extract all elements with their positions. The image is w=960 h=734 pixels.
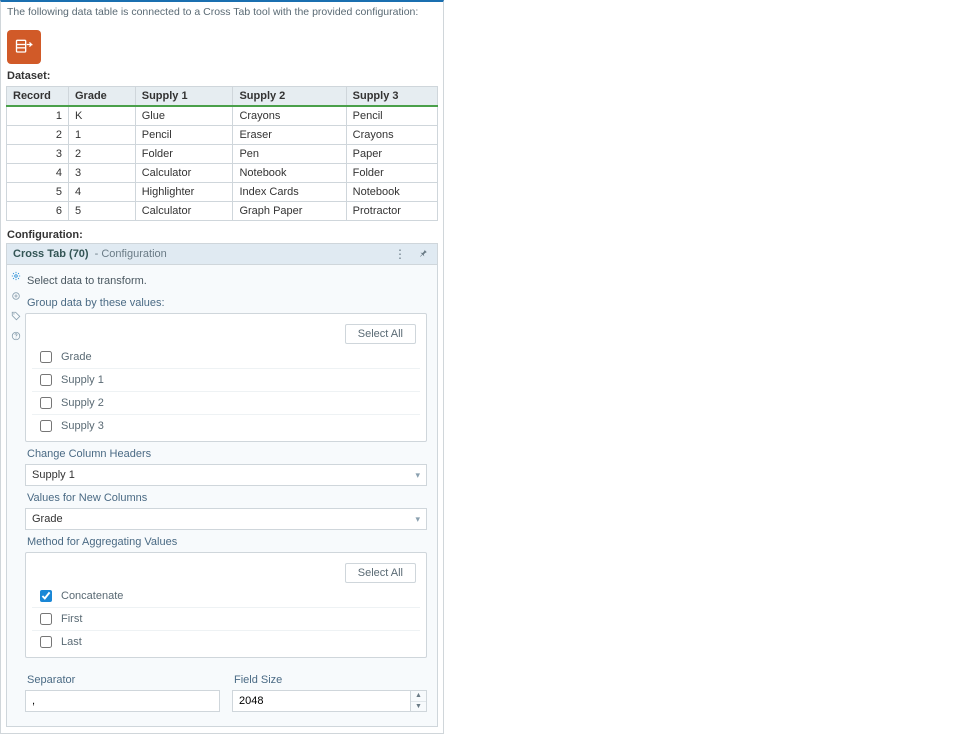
table-cell: 2 — [7, 126, 69, 145]
config-panel-title: Cross Tab (70) — [13, 248, 89, 260]
separator-input[interactable] — [25, 690, 220, 712]
table-cell: 4 — [7, 164, 69, 183]
checkbox[interactable] — [40, 420, 52, 432]
table-cell: 5 — [7, 183, 69, 202]
group-by-panel: Select All Grade Supply 1 Supply 2 Supply 3 — [25, 313, 427, 442]
plus-circle-icon[interactable] — [11, 291, 21, 301]
group-by-option[interactable]: Supply 1 — [32, 368, 420, 391]
checkbox-label: First — [61, 613, 82, 625]
table-cell: Folder — [135, 145, 233, 164]
dataset-table: Record Grade Supply 1 Supply 2 Supply 3 … — [6, 86, 438, 221]
tag-icon[interactable] — [11, 311, 21, 321]
config-tab-ribbon — [7, 265, 25, 726]
table-row: 43CalculatorNotebookFolder — [7, 164, 438, 183]
table-cell: Notebook — [233, 164, 346, 183]
aggregate-panel: Select All Concatenate First Last — [25, 552, 427, 658]
checkbox-label: Last — [61, 636, 82, 648]
separator-label: Separator — [27, 674, 220, 686]
table-row: 65CalculatorGraph PaperProtractor — [7, 202, 438, 221]
checkbox[interactable] — [40, 613, 52, 625]
values-new-columns-label: Values for New Columns — [27, 492, 427, 504]
dataset-label: Dataset: — [1, 68, 443, 84]
change-headers-value: Supply 1 — [32, 469, 75, 481]
gear-icon[interactable] — [11, 271, 21, 281]
intro-text: The following data table is connected to… — [1, 2, 443, 20]
table-row: 54HighlighterIndex CardsNotebook — [7, 183, 438, 202]
checkbox-label: Supply 3 — [61, 420, 104, 432]
cross-tab-tool-icon — [7, 30, 41, 64]
aggregate-option[interactable]: First — [32, 607, 420, 630]
table-cell: Glue — [135, 106, 233, 126]
table-cell: Protractor — [346, 202, 437, 221]
values-new-columns-select[interactable]: Grade ▾ — [25, 508, 427, 530]
table-cell: 4 — [69, 183, 136, 202]
col-header: Supply 3 — [346, 87, 437, 107]
step-up-icon[interactable]: ▲ — [411, 691, 426, 702]
col-header: Supply 1 — [135, 87, 233, 107]
table-cell: Index Cards — [233, 183, 346, 202]
table-cell: Pencil — [135, 126, 233, 145]
aggregate-option[interactable]: Last — [32, 630, 420, 653]
select-all-button[interactable]: Select All — [345, 563, 416, 583]
checkbox-label: Supply 2 — [61, 397, 104, 409]
aggregate-method-label: Method for Aggregating Values — [27, 536, 427, 548]
field-size-input[interactable] — [232, 690, 411, 712]
table-cell: Notebook — [346, 183, 437, 202]
values-new-columns-value: Grade — [32, 513, 63, 525]
table-cell: Pen — [233, 145, 346, 164]
kebab-menu-icon[interactable]: ⋮ — [391, 247, 409, 261]
table-cell: Graph Paper — [233, 202, 346, 221]
field-size-label: Field Size — [234, 674, 427, 686]
table-cell: 2 — [69, 145, 136, 164]
group-by-label: Group data by these values: — [27, 297, 427, 309]
step-down-icon[interactable]: ▼ — [411, 702, 426, 712]
pin-icon[interactable] — [415, 247, 431, 261]
checkbox-label: Grade — [61, 351, 92, 363]
table-cell: Crayons — [233, 106, 346, 126]
checkbox-label: Concatenate — [61, 590, 123, 602]
checkbox[interactable] — [40, 590, 52, 602]
table-cell: 6 — [7, 202, 69, 221]
group-by-option[interactable]: Grade — [32, 346, 420, 368]
group-by-option[interactable]: Supply 2 — [32, 391, 420, 414]
table-cell: 1 — [7, 106, 69, 126]
table-cell: Crayons — [346, 126, 437, 145]
checkbox-label: Supply 1 — [61, 374, 104, 386]
group-by-option[interactable]: Supply 3 — [32, 414, 420, 437]
table-row: 32FolderPenPaper — [7, 145, 438, 164]
table-cell: Eraser — [233, 126, 346, 145]
table-cell: 3 — [7, 145, 69, 164]
config-panel-subtitle: - Configuration — [95, 248, 167, 260]
change-headers-select[interactable]: Supply 1 ▾ — [25, 464, 427, 486]
table-cell: 5 — [69, 202, 136, 221]
table-cell: Pencil — [346, 106, 437, 126]
checkbox[interactable] — [40, 397, 52, 409]
col-header: Grade — [69, 87, 136, 107]
col-header: Supply 2 — [233, 87, 346, 107]
checkbox[interactable] — [40, 636, 52, 648]
chevron-down-icon: ▾ — [415, 470, 420, 481]
col-header: Record — [7, 87, 69, 107]
table-cell: 1 — [69, 126, 136, 145]
table-cell: Calculator — [135, 202, 233, 221]
select-all-button[interactable]: Select All — [345, 324, 416, 344]
help-icon[interactable] — [11, 331, 21, 341]
table-cell: Paper — [346, 145, 437, 164]
checkbox[interactable] — [40, 374, 52, 386]
instruction-text: Select data to transform. — [27, 275, 427, 287]
config-panel-header: Cross Tab (70) - Configuration ⋮ — [7, 244, 437, 265]
checkbox[interactable] — [40, 351, 52, 363]
change-headers-label: Change Column Headers — [27, 448, 427, 460]
table-cell: Folder — [346, 164, 437, 183]
configuration-label: Configuration: — [1, 227, 443, 243]
chevron-down-icon: ▾ — [415, 514, 420, 525]
table-row: 1KGlueCrayonsPencil — [7, 106, 438, 126]
table-cell: Calculator — [135, 164, 233, 183]
table-row: 21PencilEraserCrayons — [7, 126, 438, 145]
field-size-stepper[interactable]: ▲ ▼ — [232, 690, 427, 712]
table-cell: 3 — [69, 164, 136, 183]
table-cell: Highlighter — [135, 183, 233, 202]
aggregate-option[interactable]: Concatenate — [32, 585, 420, 607]
table-cell: K — [69, 106, 136, 126]
